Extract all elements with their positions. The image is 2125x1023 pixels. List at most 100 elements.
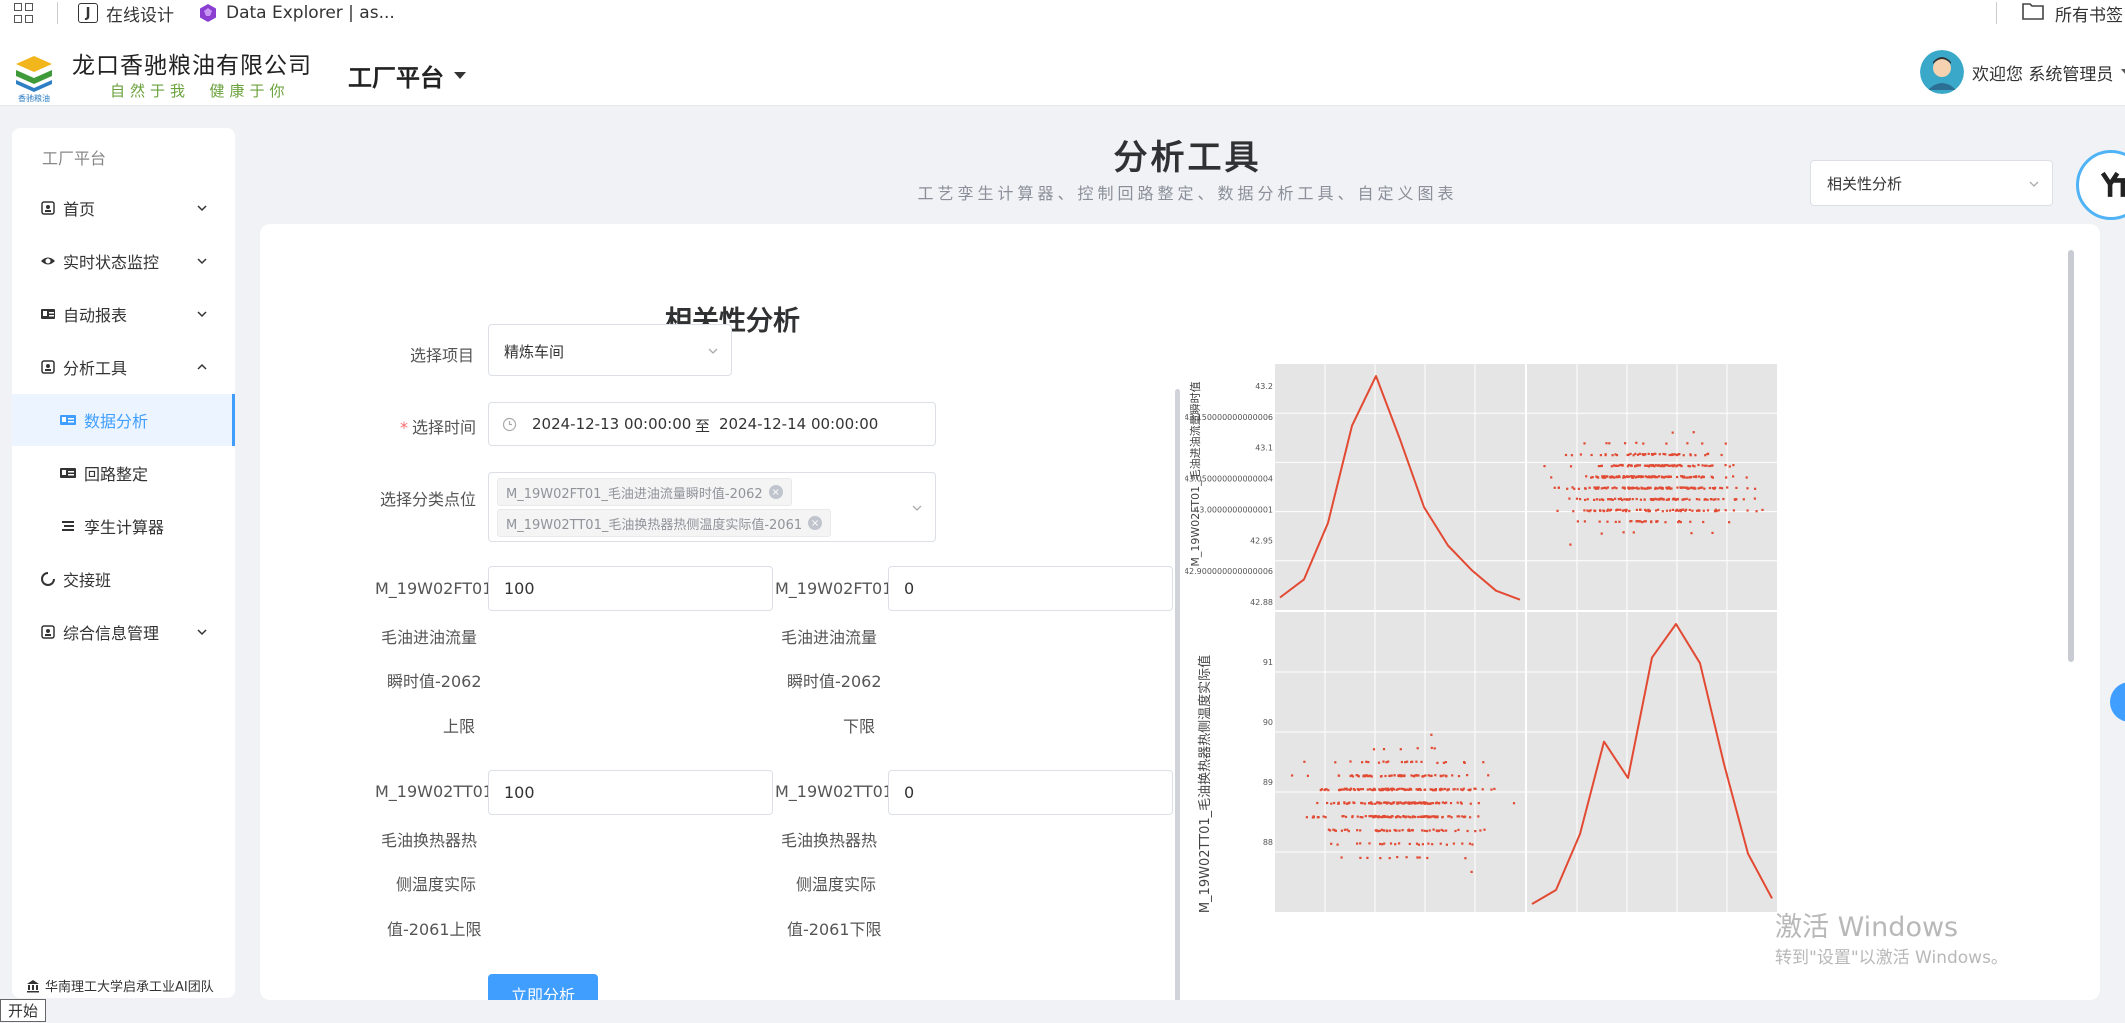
scatter-point <box>1391 802 1395 805</box>
scatter-point <box>1605 487 1608 490</box>
time-range-picker[interactable]: 2024-12-13 00:00:00 至 2024-12-14 00:00:0… <box>488 402 936 446</box>
scatter-point <box>1351 775 1355 778</box>
scatter-point <box>1327 828 1330 831</box>
scatter-point <box>1459 801 1462 804</box>
flow-lower-limit-input[interactable]: 0 <box>888 566 1173 611</box>
scatter-point <box>1605 475 1608 478</box>
sidebar-item-analysis-tools[interactable]: 分析工具 <box>12 341 235 393</box>
scatter-point <box>1662 452 1665 456</box>
scatter-point <box>1348 788 1351 791</box>
scatter-point <box>1422 775 1425 778</box>
scatter-point <box>1690 475 1693 479</box>
scatter-point <box>1706 509 1710 512</box>
scatter-point <box>1382 829 1385 832</box>
y-axis-label-bottom: M_19W02TT01_毛油换热器热侧温度实际值 <box>1197 655 1213 913</box>
close-icon[interactable]: × <box>768 485 783 499</box>
scatter-point <box>1584 487 1587 490</box>
scatter-point <box>1673 453 1676 456</box>
scatter-point <box>1385 801 1388 804</box>
scatter-point <box>1693 487 1696 490</box>
scatter-point <box>1641 521 1644 524</box>
scatter-point <box>1662 465 1665 468</box>
scatter-point <box>1689 520 1692 523</box>
scatter-point <box>1445 774 1448 777</box>
time-end[interactable]: 2024-12-14 00:00:00 <box>719 415 878 433</box>
scatter-point <box>1416 856 1419 859</box>
close-icon[interactable]: × <box>808 516 823 530</box>
platform-dropdown[interactable]: 工厂平台 <box>348 58 466 93</box>
analysis-type-select[interactable]: 相关性分析 <box>1810 160 2053 206</box>
temp-lower-limit-input[interactable]: 0 <box>888 770 1173 815</box>
sidebar-item-shift-handover[interactable]: 交接班 <box>12 553 235 605</box>
scatter-point <box>1585 475 1588 478</box>
scatter-point <box>1421 829 1424 832</box>
bookmark-online-design[interactable]: J 在线设计 <box>78 1 174 26</box>
scatter-point <box>1664 521 1667 524</box>
scatter-point <box>1697 509 1700 512</box>
scatter-point <box>1597 465 1600 468</box>
scatter-point <box>1627 453 1630 456</box>
sidebar-item-auto-report[interactable]: 自动报表 <box>12 288 235 340</box>
scatter-point <box>1595 498 1598 501</box>
scatter-point <box>1644 520 1647 523</box>
scatter-point <box>1543 465 1546 468</box>
scatter-point <box>1399 748 1402 751</box>
sidebar-item-data-analysis[interactable]: 数据分析 <box>12 394 235 446</box>
scatter-point <box>1397 815 1400 818</box>
scatter-point <box>1381 843 1384 846</box>
sidebar-item-realtime-monitor[interactable]: 实时状态监控 <box>12 235 235 287</box>
scatter-point <box>1372 789 1375 792</box>
sidebar-item-twin-calculator[interactable]: 孪生计算器 <box>12 500 235 552</box>
project-select[interactable]: 精炼车间 <box>488 324 732 376</box>
scatter-point <box>1629 452 1632 455</box>
analyze-button[interactable]: 立即分析 <box>488 974 598 1000</box>
card-scrollbar[interactable] <box>2068 250 2074 662</box>
avatar <box>1920 50 1964 94</box>
bookmark-data-explorer[interactable]: Data Explorer | as... <box>198 1 395 25</box>
scatter-point <box>1635 508 1638 511</box>
info-icon <box>41 625 55 639</box>
scatter-point <box>1403 801 1406 805</box>
scatter-point <box>1340 829 1343 832</box>
start-button[interactable]: 开始 <box>0 999 46 1022</box>
temp-upper-limit-input[interactable]: 100 <box>488 770 773 815</box>
sidebar-item-info-management[interactable]: 综合信息管理 <box>12 606 235 658</box>
side-float-button[interactable] <box>2110 682 2125 722</box>
scatter-point <box>1661 487 1664 490</box>
scatter-point <box>1305 816 1308 819</box>
points-multiselect[interactable]: M_19W02FT01_毛油进油流量瞬时值-2062 × M_19W02TT01… <box>488 472 936 542</box>
scatter-point <box>1613 486 1616 489</box>
apps-grid-icon[interactable] <box>14 3 34 23</box>
sidebar-item-loop-tuning[interactable]: 回路整定 <box>12 447 235 499</box>
scatter-point <box>1386 830 1389 833</box>
scatter-point <box>1564 453 1568 457</box>
sidebar-item-label: 综合信息管理 <box>63 624 160 643</box>
form-scrollbar[interactable] <box>1175 389 1180 1000</box>
scatter-point <box>1602 475 1606 478</box>
scatter-point <box>1675 465 1678 468</box>
scatter-point <box>1674 498 1677 501</box>
user-menu[interactable]: 欢迎您 系统管理员 <box>1920 50 2125 94</box>
scatter-point <box>1678 463 1681 467</box>
folder-icon[interactable] <box>2022 2 2044 20</box>
scatter-point <box>1683 498 1686 501</box>
scatter-point <box>1437 802 1440 805</box>
scatter-point <box>1669 509 1672 512</box>
scatter-point <box>1419 788 1422 792</box>
scatter-point <box>1334 761 1337 764</box>
limit-label: 值-2061下限 <box>787 920 882 939</box>
time-start[interactable]: 2024-12-13 00:00:00 <box>532 415 691 433</box>
scatter-point <box>1611 498 1614 501</box>
flow-upper-limit-input[interactable]: 100 <box>488 566 773 611</box>
scatter-point <box>1621 509 1624 512</box>
scatter-point <box>1659 464 1662 468</box>
scatter-point <box>1754 487 1757 490</box>
scatter-point <box>1364 774 1367 777</box>
all-bookmarks-link[interactable]: 所有书签 <box>2055 1 2123 26</box>
scatter-point <box>1490 788 1493 791</box>
scatter-point <box>1512 802 1516 805</box>
scatter-point <box>1665 509 1669 512</box>
scatter-point <box>1726 486 1729 489</box>
scatter-point <box>1668 464 1671 467</box>
footer-text: 华南理工大学启承工业AI团队 <box>45 980 214 995</box>
